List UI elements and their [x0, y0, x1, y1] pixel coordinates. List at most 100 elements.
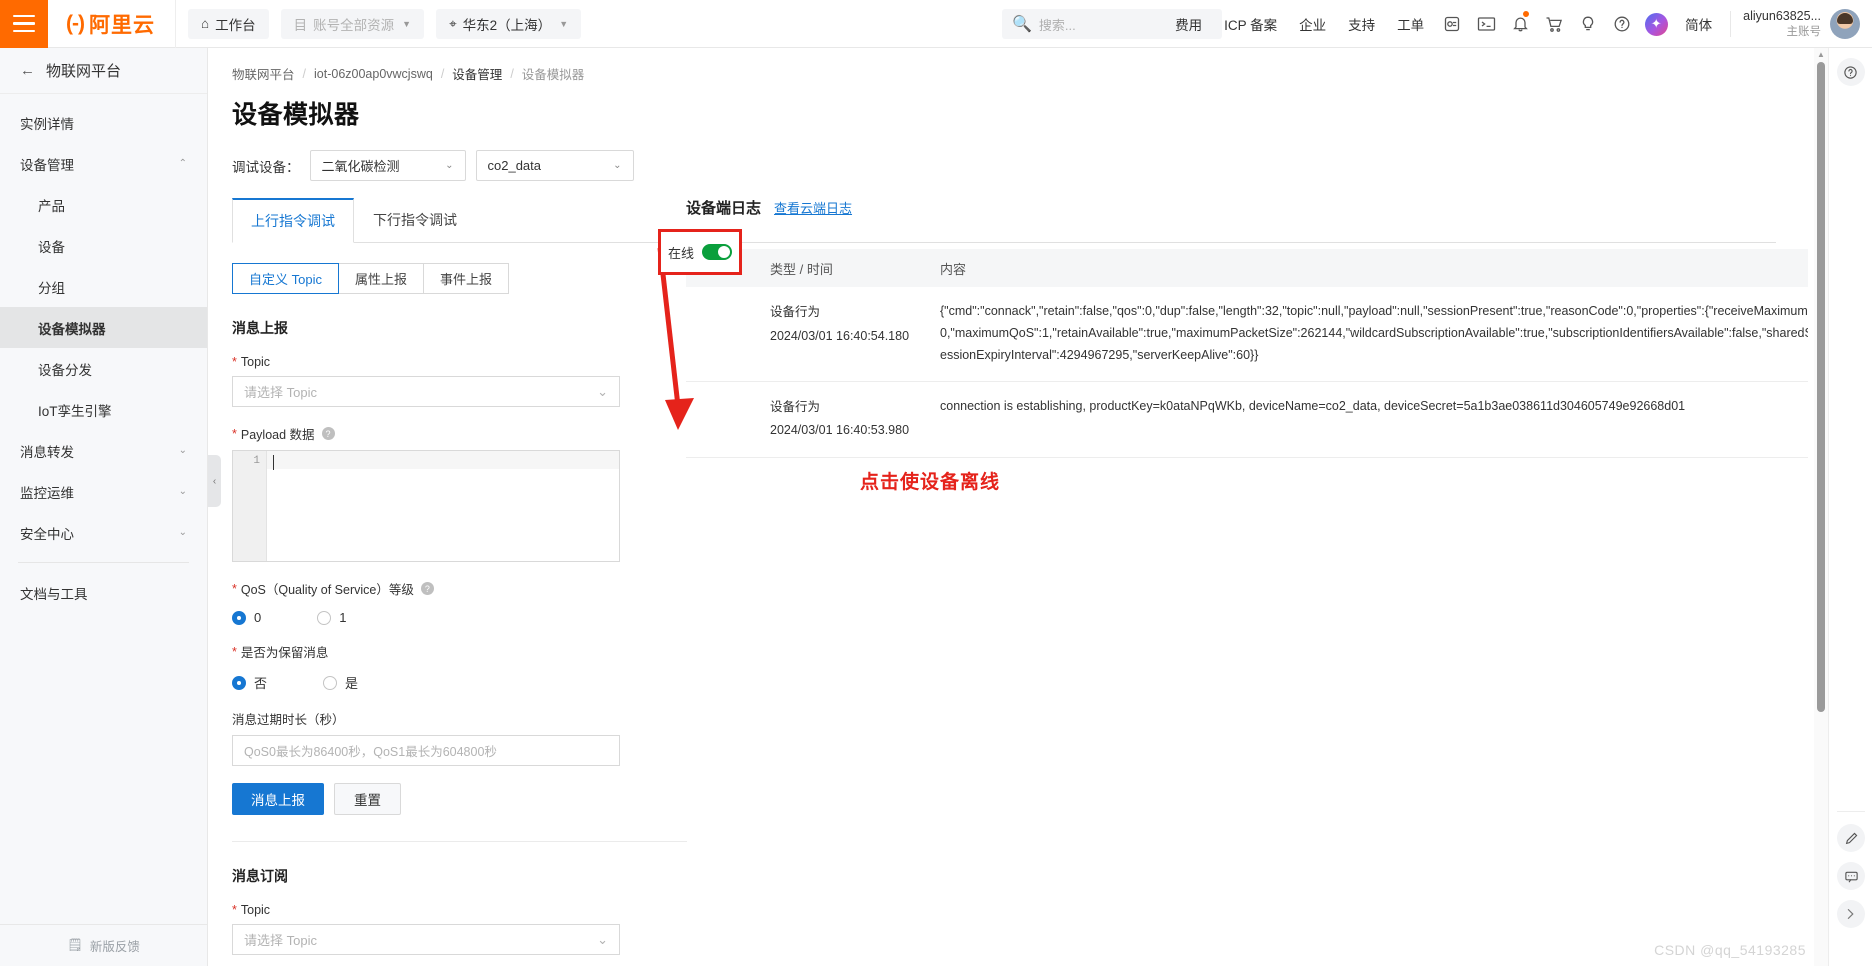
- page-scrollbar[interactable]: ▲: [1814, 48, 1828, 966]
- label-text: Payload 数据: [240, 428, 315, 442]
- radio-dot-icon: [232, 610, 246, 625]
- aliyun-logo[interactable]: (-) 阿里云: [48, 0, 176, 48]
- log-time: 2024/03/01 16:40:53.980: [770, 423, 910, 438]
- payload-editor[interactable]: 1: [232, 450, 620, 562]
- log-table-header: 类型 / 时间 内容: [686, 249, 1808, 287]
- subtab-custom-topic[interactable]: 自定义 Topic: [232, 263, 339, 294]
- home-icon: ⌂: [200, 16, 210, 31]
- log-type-time-cell: 设备行为 2024/03/01 16:40:54.180: [770, 301, 940, 367]
- language-switch[interactable]: 简体: [1673, 14, 1724, 34]
- nav-link-enterprise[interactable]: 企业: [1288, 14, 1337, 34]
- cloud-shell-icon[interactable]: [1469, 0, 1503, 48]
- qos-radio-0[interactable]: 0: [232, 610, 261, 625]
- help-question-icon[interactable]: ?: [321, 427, 335, 440]
- product-select-value: 二氧化碳检测: [321, 159, 400, 174]
- breadcrumb-item-device-management[interactable]: 设备管理: [452, 64, 502, 83]
- publish-topic-select[interactable]: 请选择 Topic ⌄: [232, 376, 620, 407]
- publish-reset-button[interactable]: 重置: [334, 783, 401, 815]
- help-question-icon[interactable]: ?: [420, 582, 434, 595]
- device-select[interactable]: co2_data ⌄: [475, 150, 634, 181]
- nav-link-billing[interactable]: 费用: [1164, 14, 1213, 34]
- menu-toggle-button[interactable]: [0, 0, 48, 48]
- sidebar-nav-list: 实例详情 设备管理 ⌃ 产品 设备 分组 设备模拟器 设备分发 IoT孪生引擎 …: [0, 94, 207, 613]
- scroll-to-top-icon[interactable]: [1837, 900, 1865, 928]
- radio-dot-icon: [317, 610, 332, 625]
- product-select[interactable]: 二氧化碳检测 ⌄: [309, 150, 466, 181]
- retain-radio-yes[interactable]: 是: [323, 673, 358, 692]
- message-type-group: 自定义 Topic 属性上报 事件上报: [232, 263, 664, 294]
- expire-placeholder: QoS0最长为86400秒，QoS1最长为604800秒: [244, 745, 497, 759]
- shopping-cart-icon[interactable]: [1537, 0, 1571, 48]
- sidebar-item-device-management[interactable]: 设备管理 ⌃: [0, 143, 207, 184]
- all-resources-dropdown[interactable]: 目 账号全部资源 ▼: [280, 8, 425, 39]
- scroll-up-arrow-icon[interactable]: ▲: [1814, 48, 1828, 59]
- help-question-icon[interactable]: [1605, 0, 1639, 48]
- subtab-event-report[interactable]: 事件上报: [422, 263, 509, 294]
- retain-radio-no-label: 否: [254, 676, 268, 691]
- breadcrumb-item-instance[interactable]: iot-06z00ap0vwcjswq: [314, 67, 433, 81]
- sidebar-item-products[interactable]: 产品: [0, 184, 207, 225]
- sidebar-collapse-handle[interactable]: ‹: [208, 455, 221, 507]
- publish-submit-button[interactable]: 消息上报: [232, 783, 324, 815]
- nav-link-icp[interactable]: ICP 备案: [1213, 14, 1288, 34]
- sidebar-item-docs-tools[interactable]: 文档与工具: [0, 572, 207, 613]
- sidebar-back-header[interactable]: ← 物联网平台: [0, 48, 207, 94]
- debug-device-row: 调试设备： 二氧化碳检测 ⌄ co2_data ⌄: [208, 131, 1808, 181]
- user-account-menu[interactable]: aliyun63825... 主账号: [1737, 8, 1860, 40]
- sidebar-item-device-distribution[interactable]: 设备分发: [0, 348, 207, 389]
- payload-label: * Payload 数据 ?: [232, 424, 664, 443]
- breadcrumb-item-platform[interactable]: 物联网平台: [232, 64, 295, 83]
- log-col-type-time: 类型 / 时间: [770, 261, 833, 277]
- sidebar-item-instance-detail[interactable]: 实例详情: [0, 102, 207, 143]
- aliyun-logo-text: 阿里云: [88, 13, 155, 37]
- tips-bulb-icon[interactable]: [1571, 0, 1605, 48]
- workbench-button[interactable]: ⌂ 工作台: [187, 8, 269, 39]
- page-scroll-thumb[interactable]: [1817, 62, 1825, 712]
- sidebar-item-devices[interactable]: 设备: [0, 225, 207, 266]
- edit-pencil-icon[interactable]: [1837, 824, 1865, 852]
- subtab-property-report[interactable]: 属性上报: [337, 263, 424, 294]
- avatar[interactable]: [1830, 8, 1860, 39]
- editor-text-area[interactable]: [267, 451, 619, 561]
- chat-feedback-icon[interactable]: [1837, 862, 1865, 890]
- label-text: Topic: [240, 903, 271, 917]
- help-question-icon[interactable]: [1836, 58, 1865, 86]
- retain-radio-no[interactable]: 否: [232, 673, 267, 692]
- sidebar-item-message-forwarding[interactable]: 消息转发 ⌄: [0, 430, 207, 471]
- feedback-button[interactable]: 🗒 新版反馈: [0, 924, 207, 966]
- workbench-label: 工作台: [215, 17, 256, 33]
- chevron-down-icon: ▼: [559, 18, 569, 29]
- device-online-toggle-highlight: 在线: [658, 229, 742, 275]
- nav-link-support[interactable]: 支持: [1337, 14, 1386, 34]
- subscribe-topic-select[interactable]: 请选择 Topic ⌄: [232, 924, 620, 955]
- sidebar-item-monitoring-ops[interactable]: 监控运维 ⌄: [0, 471, 207, 512]
- qos-radio-1[interactable]: 1: [317, 610, 346, 625]
- sidebar-item-groups[interactable]: 分组: [0, 266, 207, 307]
- table-row: 设备行为 2024/03/01 16:40:54.180 {"cmd":"con…: [686, 287, 1808, 382]
- publish-topic-label: * Topic: [232, 355, 664, 369]
- nav-link-ticket[interactable]: 工单: [1386, 14, 1435, 34]
- online-toggle-switch[interactable]: [702, 244, 732, 260]
- app-download-icon[interactable]: [1435, 0, 1469, 48]
- view-cloud-log-link[interactable]: 查看云端日志: [774, 198, 852, 217]
- sidebar-item-security-center[interactable]: 安全中心 ⌄: [0, 512, 207, 553]
- divider: [1730, 11, 1732, 37]
- top-right-group: 费用 ICP 备案 企业 支持 工单 ✦ 简体 aliyun63825... 主…: [1164, 0, 1872, 48]
- radio-dot-icon: [323, 675, 338, 690]
- sidebar-item-label: 设备分发: [38, 362, 92, 378]
- sidebar-item-iot-twin-engine[interactable]: IoT孪生引擎: [0, 389, 207, 430]
- tab-uplink-debug[interactable]: 上行指令调试: [232, 198, 354, 243]
- expire-input[interactable]: QoS0最长为86400秒，QoS1最长为604800秒: [232, 735, 620, 766]
- sidebar-item-label: 文档与工具: [20, 586, 88, 602]
- sidebar-item-label: IoT孪生引擎: [38, 403, 112, 419]
- feedback-icon: 🗒: [67, 938, 83, 952]
- notifications-bell-icon[interactable]: [1503, 0, 1537, 48]
- sidebar-item-device-simulator[interactable]: 设备模拟器: [0, 307, 207, 348]
- ai-assistant-icon[interactable]: ✦: [1639, 0, 1673, 48]
- log-time: 2024/03/01 16:40:54.180: [770, 328, 910, 343]
- tab-downlink-debug[interactable]: 下行指令调试: [354, 198, 476, 243]
- region-dropdown[interactable]: ⌖ 华东2（上海） ▼: [436, 8, 582, 39]
- chevron-up-icon: ⌃: [178, 158, 187, 169]
- chevron-down-icon: ⌄: [445, 160, 454, 171]
- user-name: aliyun63825...: [1743, 8, 1821, 23]
